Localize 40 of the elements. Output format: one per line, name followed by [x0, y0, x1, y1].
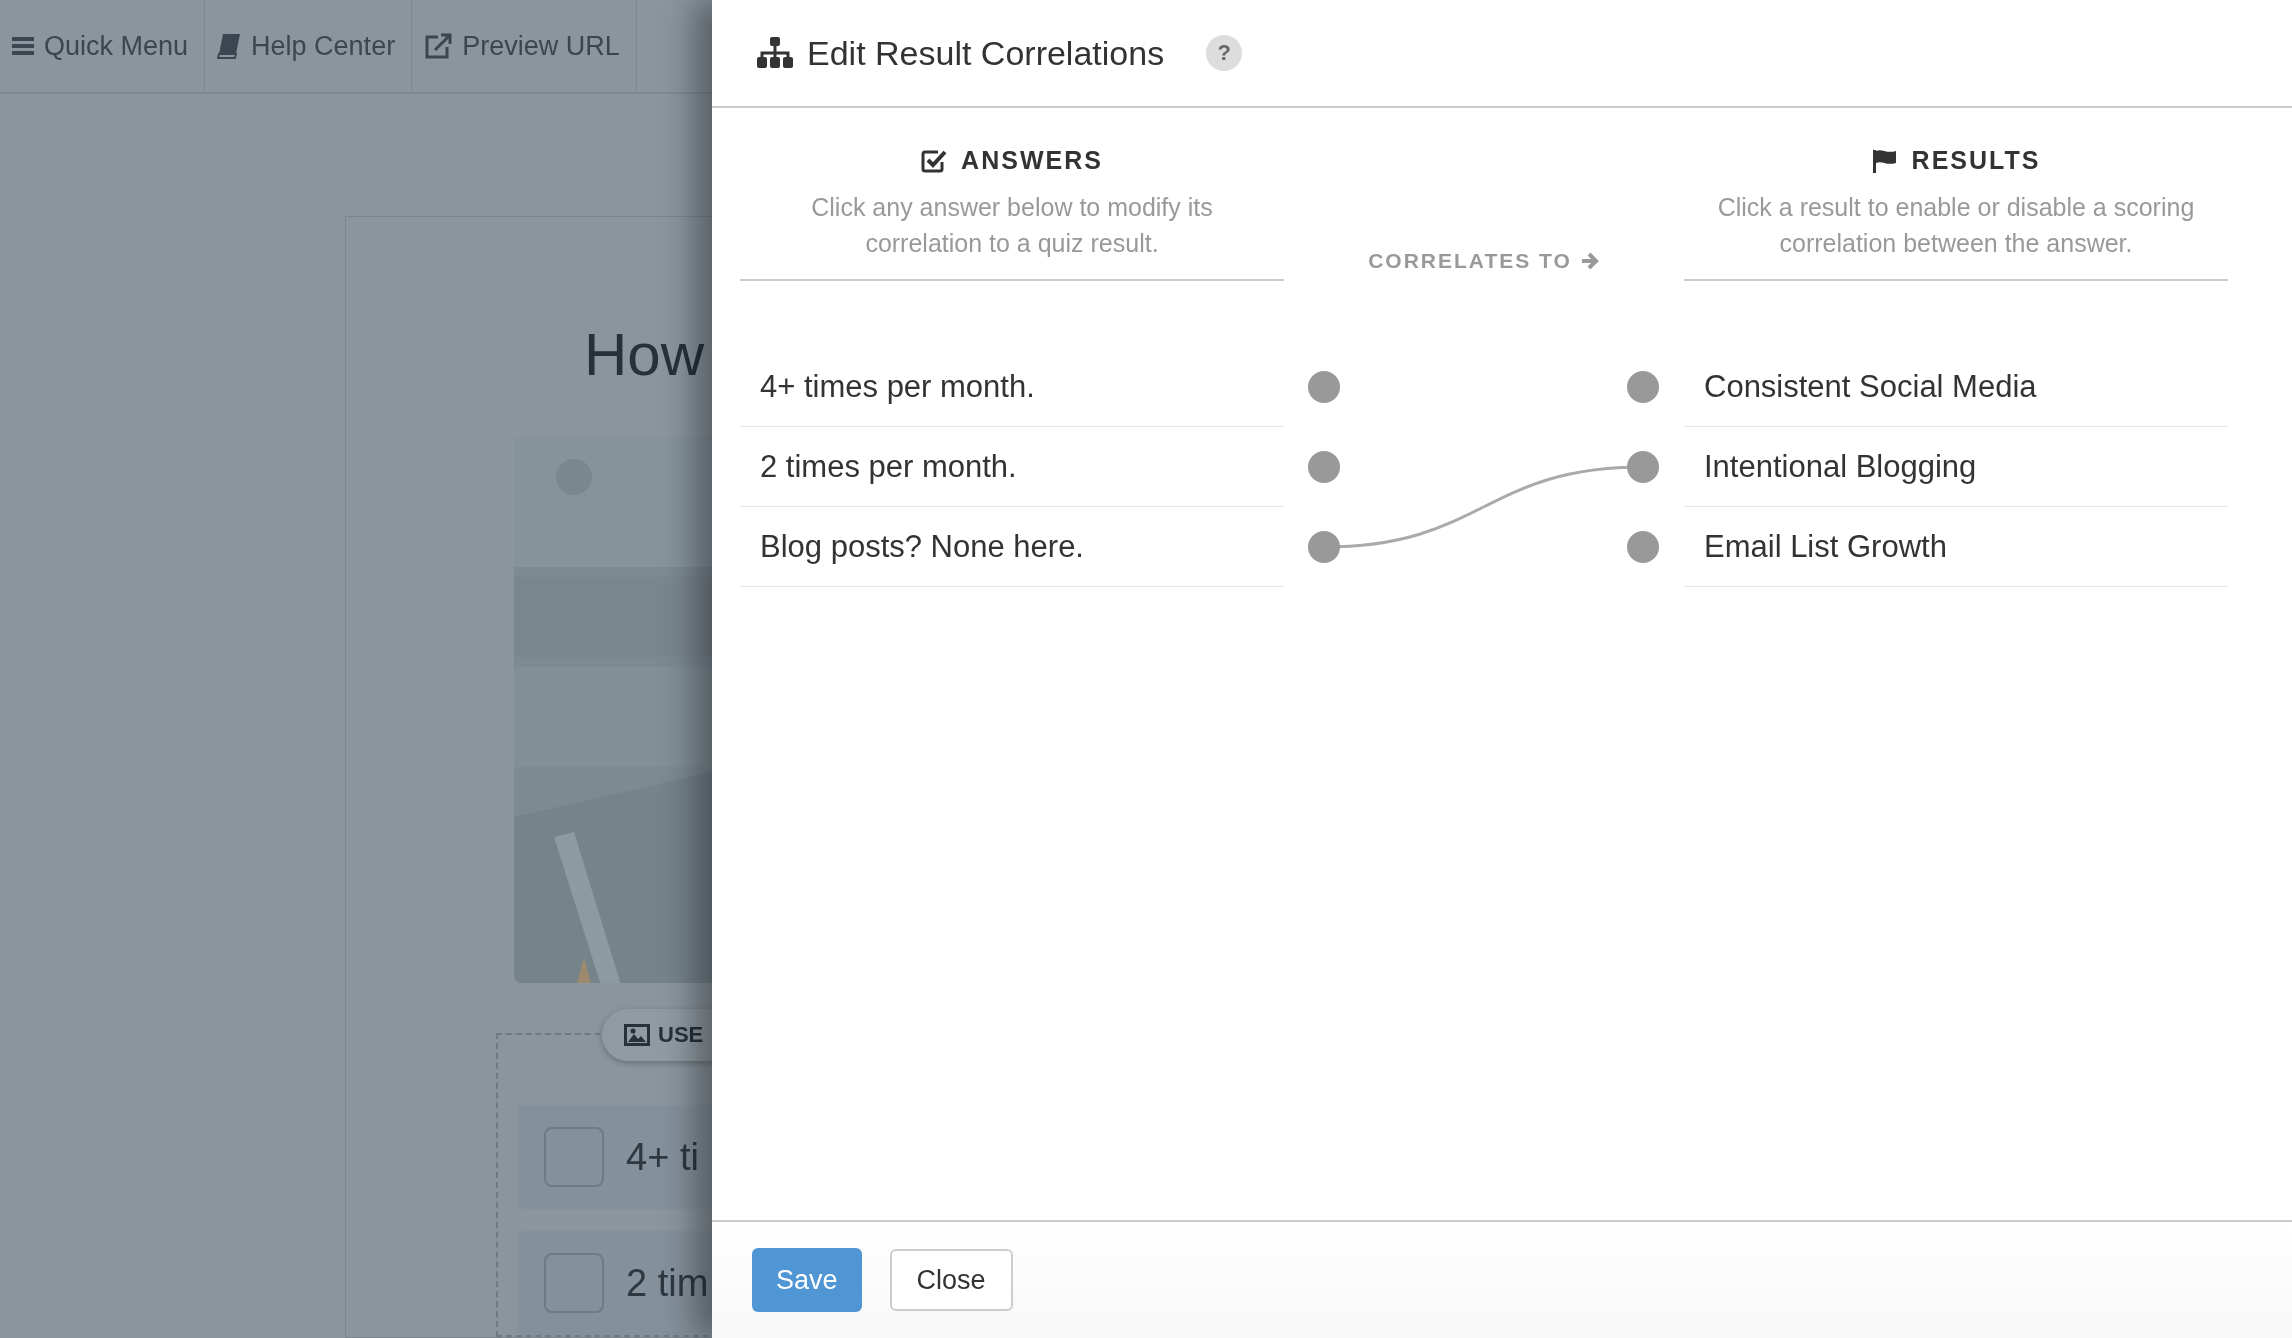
- flag-icon: [1871, 148, 1898, 173]
- image-button[interactable]: USE: [602, 1009, 712, 1061]
- sitemap-icon: [757, 37, 793, 69]
- option-text: 4+ ti: [626, 1135, 699, 1179]
- column-title: RESULTS: [1911, 146, 2041, 175]
- arrow-right-icon: [1579, 252, 1600, 270]
- toolbar-button[interactable]: Help Center: [205, 0, 413, 92]
- connector-node[interactable]: [1627, 531, 1659, 563]
- connector-node[interactable]: [1308, 371, 1340, 403]
- option-text: 2 tim: [626, 1261, 709, 1305]
- connector-node[interactable]: [1627, 371, 1659, 403]
- external-link-icon: [424, 33, 453, 59]
- checkbox-icon: [921, 148, 948, 173]
- connector-node[interactable]: [1308, 451, 1340, 483]
- result-row[interactable]: Consistent Social Media: [1684, 347, 2228, 427]
- correlates-label: CORRELATES TO: [1368, 249, 1600, 273]
- connector-node[interactable]: [1482, 451, 1659, 509]
- checkbox[interactable]: [544, 1253, 604, 1313]
- menu-icon: [12, 36, 34, 56]
- image-icon: [624, 1024, 650, 1046]
- close-button[interactable]: Close: [889, 1249, 1013, 1311]
- connector-node[interactable]: [1308, 505, 1485, 563]
- column-title: ANSWERS: [961, 146, 1103, 175]
- help-button[interactable]: ?: [1206, 35, 1243, 71]
- save-button[interactable]: Save: [752, 1248, 862, 1312]
- answer-row[interactable]: 2 times per month.: [740, 427, 1284, 507]
- answer-option[interactable]: 4+ ti: [518, 1105, 712, 1209]
- book-icon: [217, 33, 242, 59]
- dialog-title: Edit Result Correlations: [807, 33, 1165, 73]
- answer-option[interactable]: 2 tim: [518, 1231, 712, 1335]
- answer-row[interactable]: Blog posts? None here.: [740, 507, 1284, 587]
- result-row[interactable]: Intentional Blogging: [1684, 427, 2228, 507]
- checkbox[interactable]: [544, 1127, 604, 1187]
- column-description: Click a result to enable or disable a scoring correlation between the answer.: [1716, 192, 2196, 259]
- result-row[interactable]: Email List Growth: [1684, 507, 2228, 587]
- toolbar-button[interactable]: Quick Menu: [0, 0, 206, 92]
- answer-row[interactable]: 4+ times per month.: [740, 347, 1284, 427]
- column-description: Click any answer below to modify its correlation to a quiz result.: [810, 192, 1214, 259]
- question-heading: How: [584, 325, 705, 385]
- toolbar-button[interactable]: Preview URL: [412, 0, 637, 92]
